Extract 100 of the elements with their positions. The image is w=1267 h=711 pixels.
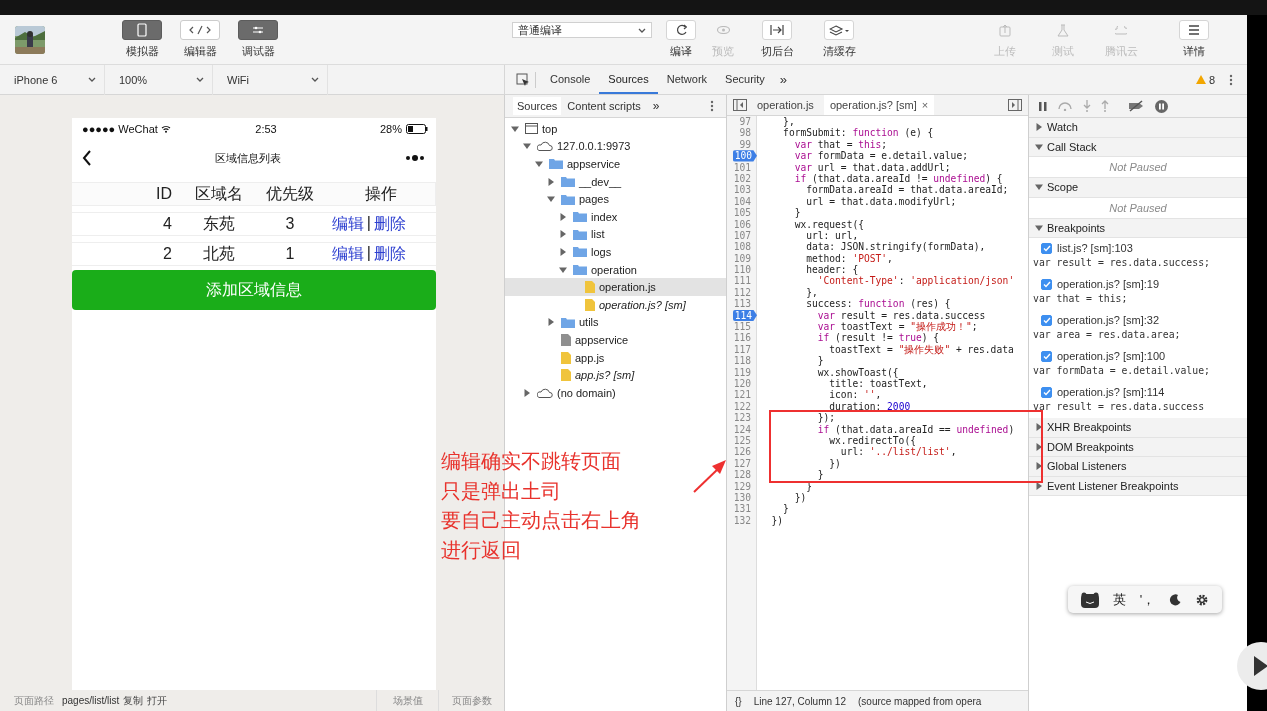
code-line: method: 'POST', (805, 252, 893, 265)
code-line: wx.redirectTo({ (828, 434, 916, 447)
device-select[interactable]: iPhone 6 (0, 64, 105, 95)
breakpoint-location[interactable]: list.js? [sm]:103 (1057, 242, 1133, 254)
language-toggle[interactable]: 英 (1112, 590, 1126, 609)
table-cell-text: 3 (284, 215, 296, 233)
section-header[interactable]: Scope (1029, 178, 1247, 198)
source-map-note: (source mapped from opera (858, 695, 982, 707)
tree-item[interactable]: operation.js (505, 278, 726, 296)
panel-tab[interactable]: Sources (513, 97, 562, 115)
devtools-tab[interactable]: Console (541, 65, 600, 94)
breakpoint-location[interactable]: operation.js? [sm]:114 (1057, 386, 1165, 398)
divider-text: | (366, 213, 371, 233)
code-line: }, (782, 116, 795, 128)
code-line: if (that.data.areaId != undefined) { (793, 172, 1003, 185)
network-select[interactable]: WiFi (213, 64, 328, 95)
section-header[interactable]: Global Listeners (1029, 457, 1247, 477)
breakpoint-code: var area = res.data.area; (1033, 329, 1182, 340)
code-line: var formData = e.detail.value; (793, 150, 968, 162)
code-line: url: '../list/list', (839, 446, 957, 458)
battery-text: 28% (379, 123, 402, 135)
code-line: } (816, 469, 824, 481)
table-cell-text: 4 (162, 215, 173, 233)
line-number[interactable]: 100 (732, 150, 757, 162)
section-header[interactable]: XHR Breakpoints (1029, 418, 1247, 438)
devtools-tab[interactable]: Network (657, 65, 717, 94)
column-header: 区域名 (194, 183, 244, 204)
code-line: } (793, 207, 801, 219)
line-number[interactable]: 114 (732, 309, 757, 322)
code-line: wx.request({ (793, 218, 864, 230)
tree-item[interactable]: operation (505, 260, 726, 279)
tree-item[interactable]: __dev__ (505, 172, 726, 191)
tree-item[interactable]: utils (505, 313, 726, 332)
code-line: }, (805, 286, 818, 299)
code-line: title: toastText, (828, 378, 928, 390)
breakpoint-location[interactable]: operation.js? [sm]:100 (1057, 350, 1166, 362)
tree-item[interactable]: (no domain) (505, 383, 726, 402)
column-header: 操作 (364, 183, 398, 204)
code-line: }) (793, 491, 807, 504)
close-tab-button[interactable]: × (921, 95, 929, 115)
tree-item[interactable]: operation.js? [sm] (505, 295, 726, 314)
cursor-position: Line 127, Column 12 (753, 695, 846, 707)
table-cell-text: 1 (284, 245, 296, 263)
table-cell-text: 东苑 (202, 213, 236, 234)
button-label: 编译 (670, 44, 692, 59)
section-header[interactable]: Watch (1029, 118, 1247, 138)
code-line: duration: 2000 (828, 400, 911, 413)
delete-link[interactable]: 删除 (374, 213, 406, 235)
tree-item[interactable]: index (505, 207, 726, 226)
code-line: var result = res.data.success (816, 309, 986, 321)
delete-link[interactable]: 删除 (374, 243, 406, 265)
panel-tab[interactable]: Content scripts (563, 97, 645, 115)
tree-item[interactable]: app.js? [sm] (505, 366, 726, 384)
code-line: header: { (805, 264, 859, 276)
tree-item[interactable]: top (505, 120, 726, 138)
table-cell-text: 2 (162, 245, 173, 263)
tree-item[interactable]: pages (505, 190, 726, 208)
button-label: 切后台 (760, 44, 794, 59)
clock-text: 2:53 (254, 123, 278, 135)
status-message: Not Paused (1029, 197, 1247, 219)
tree-item[interactable]: 127.0.0.1:9973 (505, 137, 726, 156)
format-button[interactable]: {} (735, 695, 742, 707)
warning-count[interactable]: 8 (1208, 73, 1215, 86)
tree-item[interactable]: list (505, 225, 726, 244)
path-link[interactable]: 打开 (147, 693, 168, 708)
select-value: WiFi (227, 73, 249, 86)
file-tab[interactable]: operation.js (751, 95, 820, 115)
more-tabs-button[interactable]: » (773, 72, 794, 87)
button-label: 清缓存 (822, 44, 856, 59)
tree-item[interactable]: app.js (505, 348, 726, 367)
punctuation-toggle[interactable]: '， (1139, 590, 1156, 609)
select-value: 100% (119, 73, 148, 86)
section-header[interactable]: Call Stack (1029, 137, 1247, 157)
code-line: var toastText = "操作成功！"; (816, 321, 978, 333)
tree-item[interactable]: appservice (505, 155, 726, 173)
breakpoint-location[interactable]: operation.js? [sm]:19 (1057, 278, 1160, 290)
select-value: iPhone 6 (14, 73, 58, 86)
more-tabs-button[interactable]: » (652, 99, 660, 113)
section-header[interactable]: Breakpoints (1029, 218, 1247, 238)
devtools-tab[interactable]: Security (716, 65, 774, 94)
breakpoint-code: var result = res.data.success; (1033, 257, 1211, 268)
column-header: 优先级 (265, 183, 315, 204)
annotation-text: 只是弹出土司 (441, 478, 562, 504)
tree-item[interactable]: appservice (505, 331, 726, 349)
breakpoint-code: var formData = e.detail.value; (1033, 365, 1211, 376)
edit-link[interactable]: 编辑 (331, 243, 364, 265)
code-line: data: JSON.stringify(formData), (805, 241, 986, 253)
compile-mode-select[interactable]: 普通编译 (512, 22, 652, 38)
path-link[interactable]: 复制 (123, 693, 144, 708)
table-cell-text: 北苑 (202, 243, 236, 264)
breakpoint-location[interactable]: operation.js? [sm]:32 (1057, 314, 1160, 326)
code-line: }) (828, 457, 841, 470)
code-line: }) (770, 514, 784, 527)
code-line: formSubmit: function (e) { (782, 127, 934, 139)
code-line: url: url, (806, 229, 859, 242)
file-tab[interactable]: operation.js? [sm] × (823, 95, 935, 115)
tree-item[interactable]: logs (505, 243, 726, 261)
edit-link[interactable]: 编辑 (331, 213, 364, 235)
zoom-select[interactable]: 100% (105, 64, 213, 95)
button-label: 模拟器 (125, 44, 159, 59)
